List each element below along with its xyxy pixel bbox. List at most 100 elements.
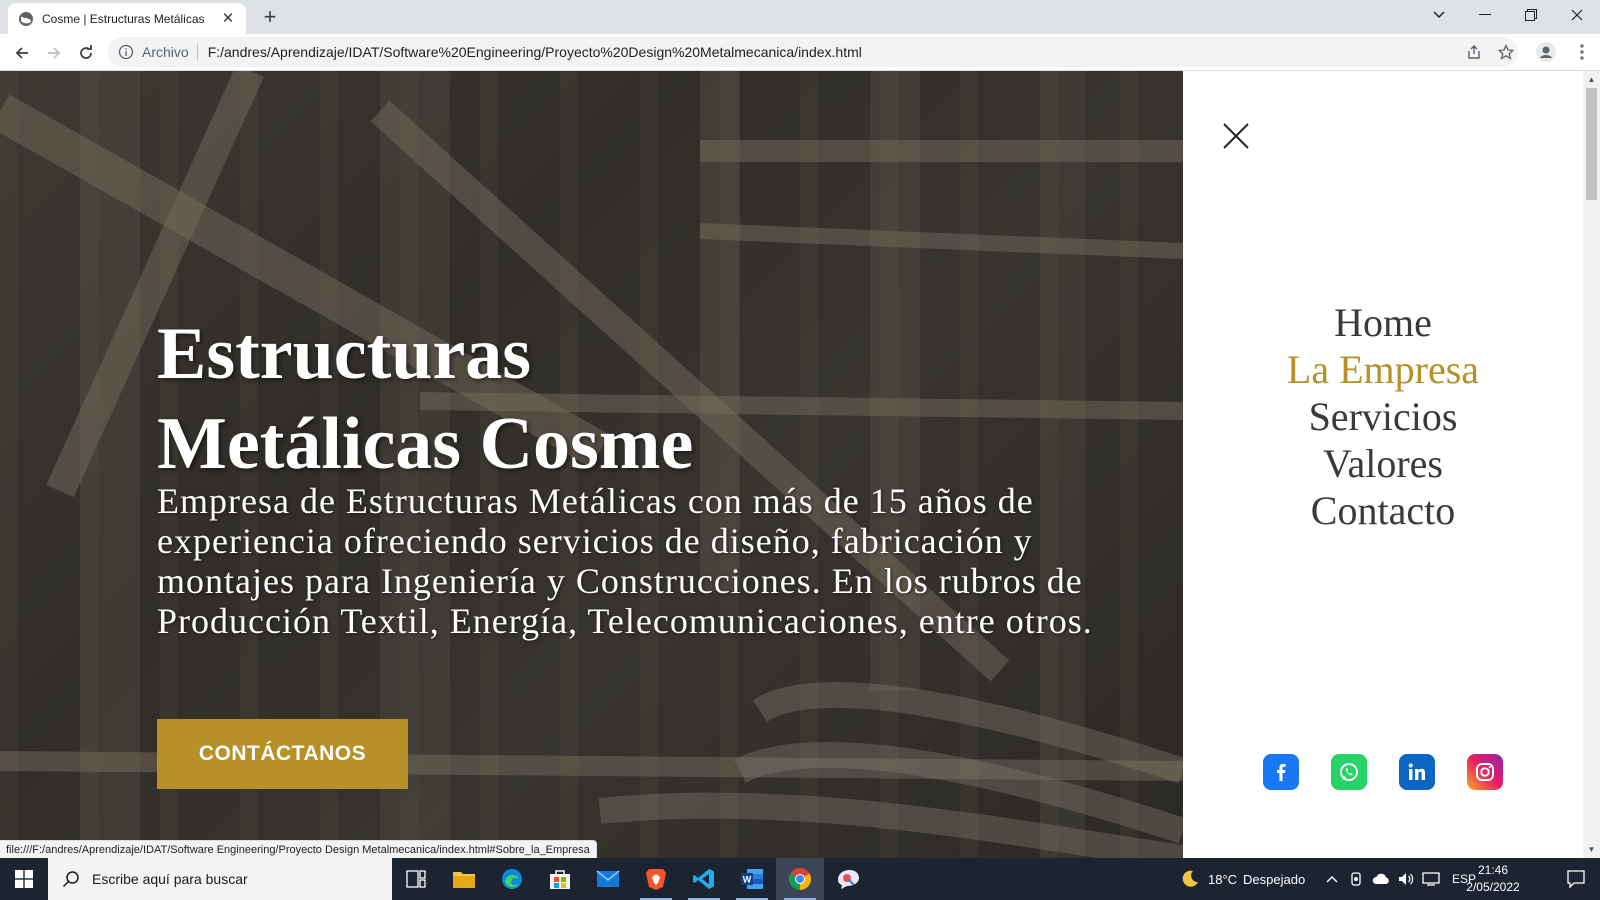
notification-icon [1567, 870, 1585, 888]
menu-item-valores[interactable]: Valores [1183, 440, 1583, 487]
weather-description: Despejado [1243, 871, 1306, 887]
link-status-bar: file:///F:/andres/Aprendizaje/IDAT/Softw… [0, 840, 597, 858]
social-links [1263, 754, 1503, 790]
taskbar-chrome[interactable] [776, 858, 824, 900]
chevron-down-icon [1433, 11, 1445, 19]
hero-title: Estructuras Metálicas Cosme [157, 309, 937, 489]
taskbar-word[interactable]: W [728, 858, 776, 900]
menu-item-la-empresa[interactable]: La Empresa [1183, 346, 1583, 393]
system-tray-icons: ESP [1326, 858, 1476, 900]
page-scrollbar[interactable]: ▲ ▼ [1583, 71, 1600, 858]
profile-button[interactable] [1534, 40, 1558, 64]
task-view-icon [406, 870, 426, 888]
restore-icon [1525, 9, 1537, 21]
folder-icon [453, 872, 475, 888]
svg-text:W: W [743, 875, 752, 885]
globe-icon [19, 11, 33, 26]
vscode-icon [693, 869, 714, 889]
close-window-button[interactable] [1554, 0, 1600, 30]
tab-close-icon[interactable]: ✕ [220, 10, 236, 27]
notification-center-button[interactable] [1552, 858, 1600, 900]
weather-widget[interactable]: 18°C Despejado [1180, 858, 1305, 900]
share-button[interactable] [1462, 40, 1486, 64]
url-text[interactable]: F:/andres/Aprendizaje/IDAT/Software%20En… [208, 44, 862, 60]
minimize-button[interactable] [1462, 0, 1508, 30]
clock-date: 2/05/2022 [1466, 880, 1520, 894]
share-icon [1468, 45, 1480, 59]
browser-tab-strip: Cosme | Estructuras Metálicas ✕ + [0, 0, 1600, 34]
security-chip[interactable]: Archivo [142, 44, 198, 60]
brave-icon [646, 869, 666, 890]
search-icon [62, 871, 79, 888]
facebook-icon[interactable] [1263, 754, 1299, 790]
star-icon [1498, 44, 1514, 60]
address-bar[interactable]: Archivo F:/andres/Aprendizaje/IDAT/Softw… [108, 37, 1518, 67]
minimize-icon [1479, 14, 1491, 15]
taskbar-app-extra[interactable] [824, 858, 872, 900]
chrome-icon [789, 868, 811, 890]
menu-list: Home La Empresa Servicios Valores Contac… [1183, 299, 1583, 534]
chrome-menu-button[interactable] [1570, 40, 1594, 64]
hero-title-line1: Estructuras [157, 313, 532, 395]
forward-button[interactable] [40, 39, 68, 67]
scroll-up-arrow[interactable]: ▲ [1583, 71, 1600, 88]
hero-title-line2: Metálicas Cosme [157, 403, 694, 485]
chevron-up-icon[interactable] [1326, 875, 1338, 883]
taskbar-edge[interactable] [488, 858, 536, 900]
scrollbar-thumb[interactable] [1586, 88, 1597, 200]
menu-item-home[interactable]: Home [1183, 299, 1583, 346]
arrow-left-icon [15, 47, 28, 59]
taskbar-search-placeholder: Escribe aquí para buscar [92, 871, 248, 887]
windows-logo-icon [15, 870, 33, 888]
mail-icon [596, 870, 620, 887]
speaker-icon[interactable] [1398, 872, 1414, 886]
restore-button[interactable] [1508, 0, 1554, 30]
arrow-right-icon [48, 47, 61, 59]
info-icon[interactable] [118, 44, 134, 60]
menu-item-servicios[interactable]: Servicios [1183, 393, 1583, 440]
store-icon [550, 870, 570, 889]
moon-icon [1182, 870, 1198, 887]
new-tab-button[interactable]: + [258, 6, 282, 30]
tab-search-button[interactable] [1416, 0, 1462, 30]
taskbar-brave[interactable] [632, 858, 680, 900]
scroll-down-arrow[interactable]: ▼ [1583, 841, 1600, 858]
taskbar-search-box[interactable]: Escribe aquí para buscar [48, 858, 392, 900]
side-menu: Home La Empresa Servicios Valores Contac… [1183, 71, 1583, 858]
contact-us-button[interactable]: CONTÁCTANOS [157, 719, 408, 789]
instagram-icon[interactable] [1467, 754, 1503, 790]
linkedin-icon[interactable] [1399, 754, 1435, 790]
taskbar-mail[interactable] [584, 858, 632, 900]
taskbar-clock[interactable]: 21:46 2/05/2022 [1460, 862, 1526, 896]
close-icon [1571, 9, 1583, 21]
network-icon[interactable] [1422, 872, 1440, 886]
cloud-icon[interactable] [1372, 873, 1390, 885]
hero-section: Estructuras Metálicas Cosme Empresa de E… [0, 71, 1183, 858]
snip-tool-icon [838, 870, 859, 889]
edge-icon [502, 869, 522, 889]
task-view-button[interactable] [392, 858, 440, 900]
taskbar-microsoft-store[interactable] [536, 858, 584, 900]
clock-time: 21:46 [1477, 863, 1509, 877]
bookmark-button[interactable] [1494, 40, 1518, 64]
taskbar-vscode[interactable] [680, 858, 728, 900]
reload-button[interactable] [72, 39, 100, 67]
avatar-icon [1536, 42, 1556, 62]
tab-title: Cosme | Estructuras Metálicas [42, 11, 205, 26]
kebab-menu-icon [1580, 44, 1584, 60]
whatsapp-icon[interactable] [1331, 754, 1367, 790]
reload-icon [80, 45, 92, 59]
browser-toolbar: Archivo F:/andres/Aprendizaje/IDAT/Softw… [0, 34, 1600, 71]
browser-tab[interactable]: Cosme | Estructuras Metálicas ✕ [8, 3, 246, 34]
windows-taskbar: Escribe aquí para buscar W 18°C Despejad… [0, 858, 1600, 900]
word-icon: W [741, 869, 763, 889]
menu-item-contacto[interactable]: Contacto [1183, 487, 1583, 534]
start-button[interactable] [0, 858, 48, 900]
close-menu-icon[interactable] [1221, 121, 1251, 151]
page-viewport: Estructuras Metálicas Cosme Empresa de E… [0, 71, 1583, 858]
meet-now-icon[interactable] [1350, 871, 1362, 887]
weather-temperature: 18°C [1208, 871, 1238, 887]
taskbar-file-explorer[interactable] [440, 858, 488, 900]
hero-description: Empresa de Estructuras Metálicas con más… [157, 481, 1093, 641]
back-button[interactable] [8, 39, 36, 67]
